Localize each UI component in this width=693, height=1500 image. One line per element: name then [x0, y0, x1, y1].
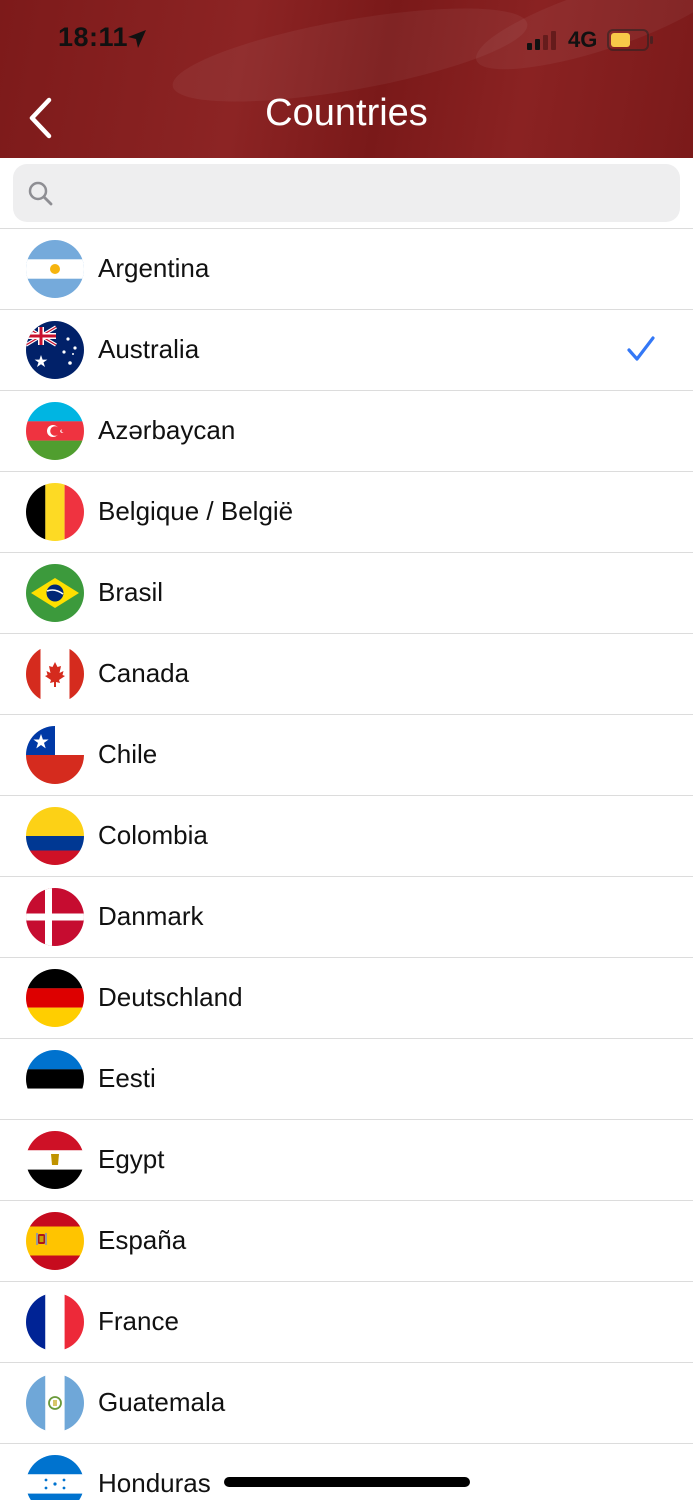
list-item-azerbaijan[interactable]: Azərbaycan [0, 391, 693, 472]
canada-flag-icon [26, 645, 84, 703]
guatemala-flag-icon [26, 1374, 84, 1432]
country-label: France [98, 1306, 179, 1336]
country-label: Honduras [98, 1468, 211, 1498]
country-label: Australia [98, 334, 200, 364]
list-item-chile[interactable]: Chile [0, 715, 693, 796]
location-arrow-icon [128, 30, 146, 48]
cellular-signal-icon [527, 31, 556, 50]
country-label: Colombia [98, 820, 208, 850]
list-item-australia[interactable]: Australia [0, 310, 693, 391]
list-item-egypt[interactable]: Egypt [0, 1120, 693, 1201]
list-item-colombia[interactable]: Colombia [0, 796, 693, 877]
spain-flag-icon [26, 1212, 84, 1270]
country-label: Deutschland [98, 982, 243, 1012]
chile-flag-icon [26, 726, 84, 784]
country-label: Azərbaycan [98, 415, 236, 445]
honduras-flag-icon [26, 1455, 84, 1500]
page-title: Countries [265, 92, 428, 134]
status-bar: 18:11 4G [0, 0, 693, 80]
denmark-flag-icon [26, 888, 84, 946]
country-label: Brasil [98, 577, 164, 607]
home-indicator[interactable] [224, 1477, 470, 1487]
country-label: Danmark [98, 901, 204, 931]
battery-icon [607, 29, 653, 51]
brazil-flag-icon [26, 564, 84, 622]
list-item-brazil[interactable]: Brasil [0, 553, 693, 634]
country-label: Eesti [98, 1063, 156, 1093]
azerbaijan-flag-icon [26, 402, 84, 460]
germany-flag-icon [26, 969, 84, 1027]
list-item-belgium[interactable]: Belgique / België [0, 472, 693, 553]
country-label: Argentina [98, 253, 210, 283]
country-label: Chile [98, 739, 158, 769]
status-time: 18:11 [58, 22, 129, 52]
list-item-honduras[interactable]: Honduras [0, 1444, 693, 1500]
list-item-argentina[interactable]: Argentina [0, 229, 693, 310]
colombia-flag-icon [26, 807, 84, 865]
navigation-header: 18:11 4G Countries [0, 0, 693, 158]
list-item-guatemala[interactable]: Guatemala [0, 1363, 693, 1444]
france-flag-icon [26, 1293, 84, 1351]
checkmark-icon [627, 336, 655, 361]
list-item-spain[interactable]: España [0, 1201, 693, 1282]
search-input[interactable] [63, 164, 680, 222]
country-label: Guatemala [98, 1387, 226, 1417]
estonia-flag-icon [26, 1050, 84, 1108]
country-label: Egypt [98, 1144, 165, 1174]
network-type: 4G [568, 27, 598, 52]
list-item-canada[interactable]: Canada [0, 634, 693, 715]
search-bar[interactable] [13, 164, 680, 222]
australia-flag-icon [26, 321, 84, 379]
list-item-estonia[interactable]: Eesti [0, 1039, 693, 1120]
belgium-flag-icon [26, 483, 84, 541]
country-label: España [98, 1225, 187, 1255]
egypt-flag-icon [26, 1131, 84, 1189]
country-list: Argentina Australia Azərbaycan Belgique … [0, 228, 693, 1500]
list-item-denmark[interactable]: Danmark [0, 877, 693, 958]
list-item-france[interactable]: France [0, 1282, 693, 1363]
argentina-flag-icon [26, 240, 84, 298]
list-item-germany[interactable]: Deutschland [0, 958, 693, 1039]
country-label: Belgique / België [98, 496, 294, 526]
search-icon [28, 181, 53, 206]
country-label: Canada [98, 658, 190, 688]
